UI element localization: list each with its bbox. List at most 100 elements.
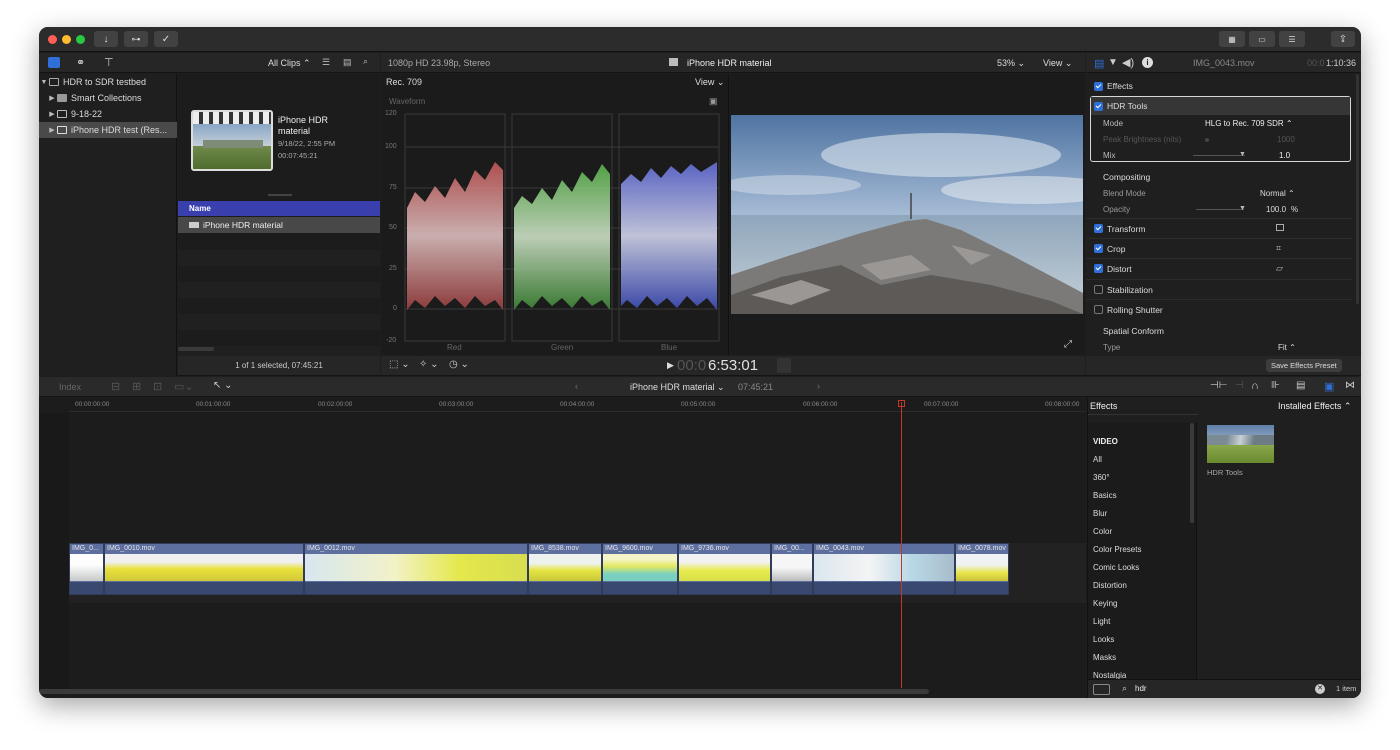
zoom-menu[interactable]: 53% ⌄: [997, 58, 1025, 69]
effects-category[interactable]: Looks: [1093, 635, 1114, 644]
viewer-view-menu[interactable]: View ⌄: [1043, 58, 1072, 69]
audio-inspector-icon[interactable]: ◀): [1122, 56, 1134, 69]
effect-thumbnail-hdr-tools[interactable]: [1207, 425, 1274, 463]
titles-generators-icon[interactable]: ⊤: [104, 56, 114, 69]
video-inspector-icon[interactable]: ▤: [1094, 57, 1104, 70]
rolling-shutter-checkbox[interactable]: [1094, 305, 1103, 314]
blend-mode-popup[interactable]: Normal ⌃: [1260, 189, 1295, 198]
timeline-layout-button[interactable]: ▭: [1249, 31, 1275, 47]
libraries-icon[interactable]: [48, 57, 60, 68]
playhead[interactable]: [901, 402, 902, 688]
search-icon[interactable]: ⌕: [363, 56, 368, 67]
effects-checkbox[interactable]: [1094, 81, 1103, 91]
crop-onscreen-icon[interactable]: ⌗: [1276, 243, 1281, 254]
effects-browser-icon[interactable]: ▣: [1324, 380, 1334, 393]
stabilization-checkbox[interactable]: [1094, 285, 1103, 294]
disclosure-closed-icon[interactable]: ▶: [47, 110, 57, 118]
effects-row[interactable]: Effects: [1086, 76, 1352, 96]
timeline-clip[interactable]: IMG_0010.mov: [104, 543, 304, 595]
info-inspector-icon[interactable]: i: [1142, 57, 1153, 68]
stabilization-row[interactable]: Stabilization: [1086, 279, 1352, 299]
library-item[interactable]: ▶ 9-18-22: [39, 106, 177, 122]
timeline-clip[interactable]: IMG_9600.mov: [602, 543, 678, 595]
effects-category[interactable]: Distortion: [1093, 581, 1127, 590]
effects-category[interactable]: 360°: [1093, 473, 1110, 482]
enhance-icon[interactable]: ✧ ⌄: [419, 359, 439, 370]
transitions-browser-icon[interactable]: ⋈: [1345, 380, 1355, 391]
distort-row[interactable]: Distort ▱: [1086, 258, 1352, 278]
installed-effects-menu[interactable]: Installed Effects ⌃: [1278, 401, 1351, 412]
fullscreen-icon[interactable]: ⤢: [1064, 339, 1072, 350]
effects-search-input[interactable]: hdr: [1135, 684, 1147, 693]
hdr-tools-checkbox[interactable]: [1094, 101, 1103, 111]
index-button[interactable]: Index: [59, 382, 81, 392]
clear-search-icon[interactable]: ✕: [1315, 684, 1325, 694]
clip-appearance-timeline-icon[interactable]: ▤: [1296, 380, 1305, 391]
timeline-clip[interactable]: IMG_9736.mov: [678, 543, 771, 595]
filmstrip-icon[interactable]: ▤: [343, 57, 352, 68]
rolling-shutter-row[interactable]: Rolling Shutter: [1086, 299, 1352, 319]
connect-clip-icon[interactable]: ⊟: [111, 380, 120, 393]
effects-category[interactable]: Blur: [1093, 509, 1107, 518]
browser-scrollbar[interactable]: [178, 347, 214, 351]
import-button[interactable]: ↓: [94, 31, 118, 47]
effects-category[interactable]: Color: [1093, 527, 1112, 536]
hdr-tools-header[interactable]: HDR Tools: [1091, 97, 1350, 115]
list-column-header[interactable]: Name: [178, 201, 380, 216]
timeline-clip[interactable]: IMG_0043.mov: [813, 543, 955, 595]
playhead-handle[interactable]: [898, 400, 905, 407]
project-thumbnail[interactable]: [191, 110, 273, 171]
crop-row[interactable]: Crop ⌗: [1086, 238, 1352, 258]
library-item-selected[interactable]: ▶ iPhone HDR test (Res...: [39, 122, 177, 138]
timeline-clip[interactable]: IMG_00...: [771, 543, 813, 595]
insert-clip-icon[interactable]: ⊞: [132, 380, 141, 393]
browser-layout-button[interactable]: ▦: [1219, 31, 1245, 47]
save-effects-preset-button[interactable]: Save Effects Preset: [1266, 359, 1342, 372]
history-forward-icon[interactable]: ›: [817, 381, 820, 391]
category-scrollbar[interactable]: [1190, 423, 1194, 523]
effects-category[interactable]: Keying: [1093, 599, 1117, 608]
effects-category[interactable]: Color Presets: [1093, 545, 1141, 554]
audio-meter-icon[interactable]: [777, 358, 791, 373]
photos-audio-icon[interactable]: ⚭: [76, 56, 85, 69]
transform-onscreen-icon[interactable]: [1276, 224, 1284, 231]
overwrite-clip-icon[interactable]: ▭⌄: [174, 380, 194, 393]
library-item[interactable]: ▶ Smart Collections: [39, 90, 177, 106]
disclosure-closed-icon[interactable]: ▶: [47, 94, 57, 102]
pane-divider-handle[interactable]: [268, 194, 292, 196]
timeline-scrollbar[interactable]: [39, 689, 929, 694]
timeline-clip[interactable]: IMG_0078.mov: [955, 543, 1009, 595]
select-tool-icon[interactable]: ↖ ⌄: [213, 380, 233, 391]
mix-value[interactable]: 1.0: [1279, 151, 1290, 160]
transform-checkbox[interactable]: [1094, 224, 1103, 233]
background-tasks-button[interactable]: ✓: [154, 31, 178, 47]
disclosure-open-icon[interactable]: ▼: [39, 79, 49, 86]
effects-category[interactable]: Masks: [1093, 653, 1116, 662]
mode-popup[interactable]: HLG to Rec. 709 SDR ⌃: [1205, 119, 1293, 128]
list-item[interactable]: iPhone HDR material: [178, 217, 380, 233]
effects-category[interactable]: Basics: [1093, 491, 1117, 500]
opacity-slider[interactable]: [1196, 209, 1244, 210]
playhead-timecode[interactable]: 6:53:01: [708, 357, 758, 374]
effects-category[interactable]: Comic Looks: [1093, 563, 1139, 572]
solo-headphones-icon[interactable]: ∩: [1251, 380, 1259, 392]
effects-category[interactable]: All: [1093, 455, 1102, 464]
play-button[interactable]: ▶: [667, 360, 674, 371]
spatial-conform-header[interactable]: Spatial Conform: [1103, 326, 1164, 336]
effects-category[interactable]: Light: [1093, 617, 1110, 626]
library-item[interactable]: ▼ HDR to SDR testbed: [39, 74, 177, 90]
inspector-layout-button[interactable]: ☰: [1279, 31, 1305, 47]
compositing-header[interactable]: Compositing: [1103, 172, 1150, 182]
transform-row[interactable]: Transform: [1086, 218, 1352, 238]
mix-slider[interactable]: [1193, 155, 1245, 156]
history-back-icon[interactable]: ‹: [575, 381, 578, 391]
timeline-ruler[interactable]: 00:00:00:00 00:01:00:00 00:02:00:00 00:0…: [69, 398, 1086, 412]
peak-brightness-slider[interactable]: [1205, 138, 1209, 142]
keywords-button[interactable]: ⊶: [124, 31, 148, 47]
clip-appearance-icon[interactable]: ☰: [322, 57, 330, 68]
share-button[interactable]: ⇪: [1331, 31, 1355, 47]
opacity-slider-knob[interactable]: ▼: [1239, 205, 1246, 212]
skimming-icon[interactable]: ⊣⊢: [1210, 380, 1227, 391]
transform-tools-icon[interactable]: ⬚ ⌄: [389, 359, 410, 370]
viewer-canvas[interactable]: ⤢: [730, 74, 1085, 355]
